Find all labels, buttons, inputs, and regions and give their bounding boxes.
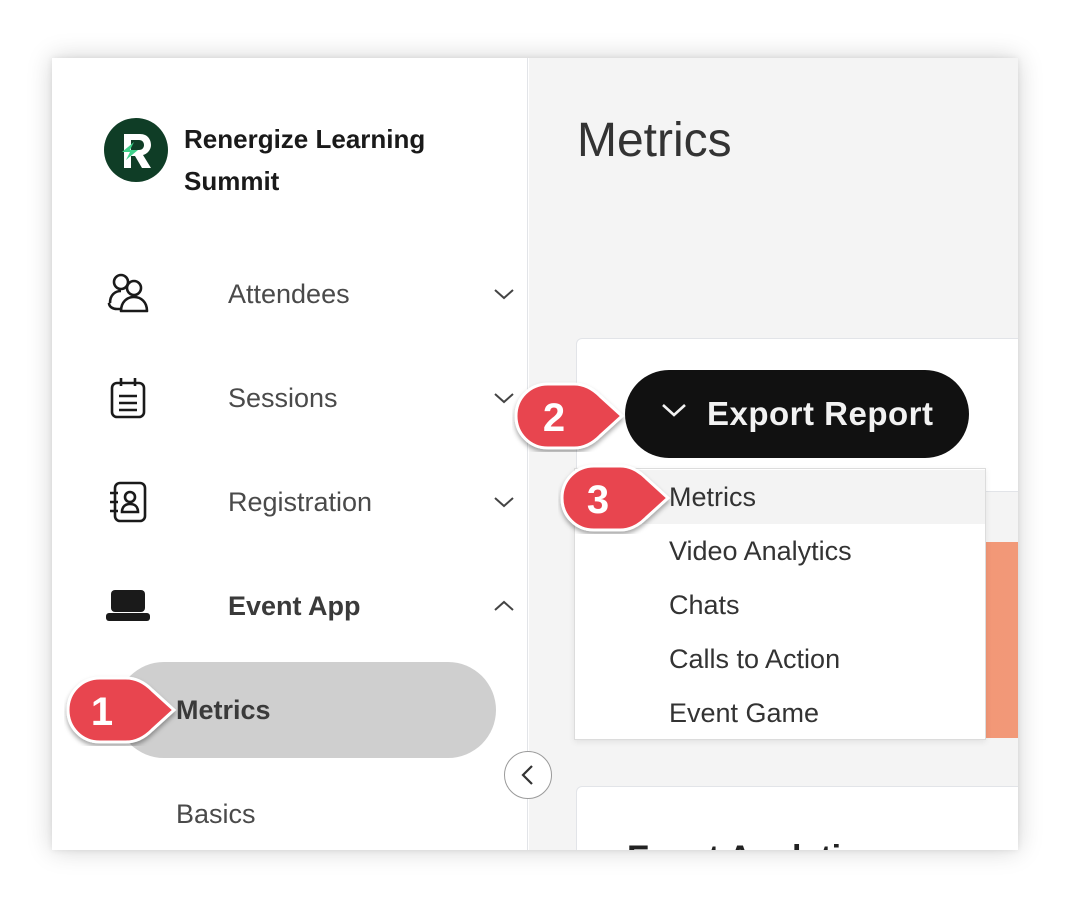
sidebar-item-sessions[interactable]: Sessions — [104, 368, 514, 428]
sidebar-subitem-label: Basics — [176, 799, 256, 829]
sidebar-item-label: Attendees — [228, 278, 350, 309]
sidebar-item-label: Event App — [228, 590, 361, 621]
chevron-down-icon — [662, 404, 686, 417]
card-title: Event Analytics — [627, 839, 879, 850]
export-report-label: Export Report — [707, 395, 934, 432]
sidebar-subitem-basics[interactable]: Basics — [116, 766, 496, 850]
page-title: Metrics — [577, 114, 732, 167]
export-menu-item-calls-to-action[interactable]: Calls to Action — [575, 632, 985, 686]
sidebar-item-event-app[interactable]: Event App — [104, 576, 514, 636]
brand[interactable]: Renergize Learning Summit — [104, 118, 425, 196]
callout-number: 1 — [90, 690, 114, 734]
chevron-down-icon — [494, 289, 514, 300]
collapse-sidebar-button[interactable] — [504, 751, 552, 799]
event-app-icon — [104, 582, 152, 630]
event-analytics-card: Event Analytics — [576, 786, 1018, 850]
sidebar-item-label: Registration — [228, 486, 373, 517]
callout-number: 3 — [586, 478, 610, 522]
export-menu-item-chats[interactable]: Chats — [575, 578, 985, 632]
event-logo — [104, 118, 168, 182]
sidebar-item-attendees[interactable]: Attendees — [104, 264, 514, 324]
sidebar-item-registration[interactable]: Registration — [104, 472, 514, 532]
chevron-down-icon — [494, 497, 514, 508]
sidebar-item-label: Sessions — [228, 382, 338, 413]
export-menu-item-event-game[interactable]: Event Game — [575, 686, 985, 740]
export-report-button[interactable]: Export Report — [625, 370, 969, 458]
event-name: Renergize Learning Summit — [184, 124, 426, 196]
chevron-left-icon — [521, 765, 533, 785]
sessions-icon — [104, 374, 152, 422]
attendees-icon — [104, 270, 152, 318]
logo-r-icon — [122, 134, 151, 168]
callout-number: 2 — [542, 396, 566, 440]
chevron-up-icon — [494, 600, 514, 611]
registration-icon — [104, 478, 152, 526]
sidebar-subitem-label: Metrics — [176, 695, 271, 725]
